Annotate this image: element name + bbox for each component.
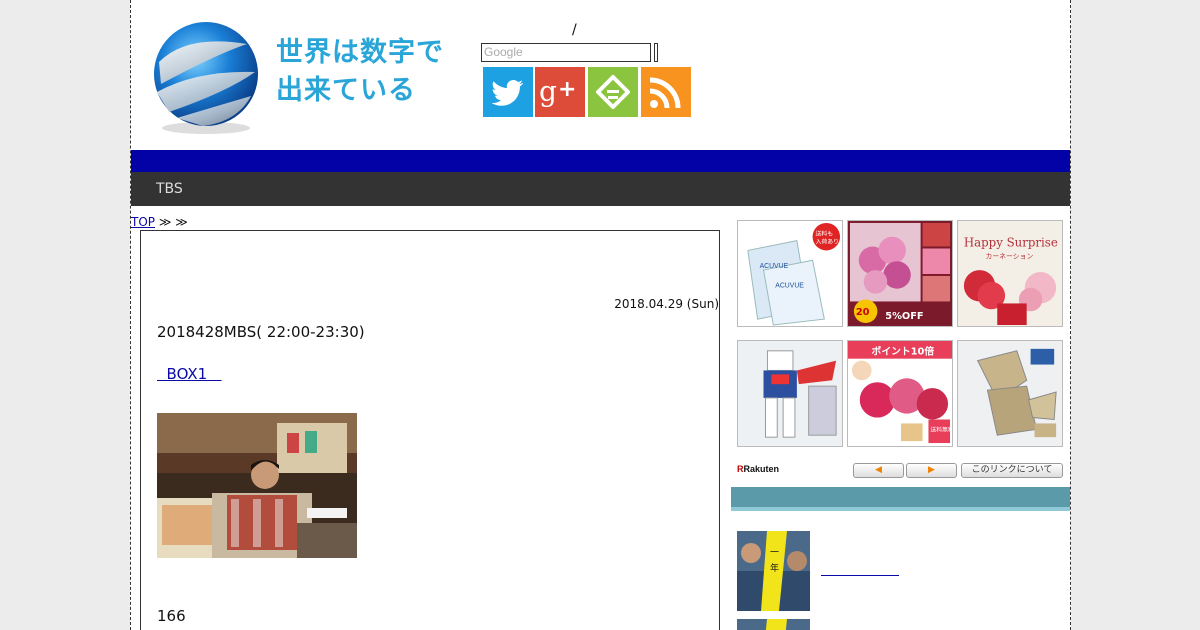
article-box: 2018.04.29 (Sun) 2018428MBS( 22:00-23:30…: [140, 230, 720, 630]
search-input[interactable]: Google: [481, 43, 651, 62]
nav-item-tbs[interactable]: TBS: [156, 181, 183, 197]
ad-next-button[interactable]: ▶: [906, 463, 957, 478]
site-title-line2: 出来ている: [276, 75, 416, 106]
sidebar-article-link[interactable]: [821, 562, 899, 576]
sidebar-section-header: [731, 487, 1070, 511]
arrow-left-icon: ◀: [875, 465, 882, 475]
sidebar-thumbnail[interactable]: 一 年: [737, 531, 810, 611]
article-count: 166: [157, 607, 186, 625]
ad-flowers-hydrangea[interactable]: 20 5%OFF: [847, 220, 953, 327]
article-photo[interactable]: [157, 413, 357, 558]
svg-text:ACUVUE: ACUVUE: [760, 263, 789, 270]
ad-acuvue[interactable]: ACUVUE ACUVUE 送料も 入荷あり: [737, 220, 843, 327]
arrow-right-icon: ▶: [928, 465, 935, 475]
ad-gundam-figure[interactable]: [737, 340, 843, 447]
ad-flowers-points[interactable]: ポイント10倍 送料無料: [847, 340, 953, 447]
article-date: 2018.04.29 (Sun): [614, 297, 719, 311]
svg-text:カーネーション: カーネーション: [985, 252, 1033, 260]
page-container: 世界は数字で 出来ている / Google g + TBS TOP ≫ ≫ 20…: [130, 0, 1071, 630]
global-nav: TBS: [131, 172, 1070, 206]
ad-prev-button[interactable]: ◀: [853, 463, 904, 478]
sidebar-thumbnail[interactable]: [737, 619, 810, 630]
svg-text:ACUVUE: ACUVUE: [775, 283, 804, 290]
rakuten-logo-text: Rakuten: [743, 464, 780, 474]
svg-text:+: +: [558, 77, 576, 102]
rss-icon[interactable]: [641, 67, 691, 117]
globe-logo-icon[interactable]: [147, 14, 265, 136]
breadcrumb: TOP ≫ ≫: [131, 215, 188, 229]
svg-text:5%OFF: 5%OFF: [885, 311, 923, 322]
header-slash: /: [572, 22, 577, 38]
site-title-line1: 世界は数字で: [276, 37, 444, 68]
svg-text:ポイント10倍: ポイント10倍: [872, 345, 935, 358]
ad-carnation[interactable]: Happy Surprise カーネーション: [957, 220, 1063, 327]
ad-valkyrie-figure[interactable]: [957, 340, 1063, 447]
svg-text:入荷あり: 入荷あり: [816, 238, 840, 246]
svg-text:年: 年: [770, 562, 779, 574]
svg-text:一: 一: [770, 548, 779, 558]
rakuten-logo[interactable]: RRakuten: [737, 464, 779, 474]
article-link-box1[interactable]: BOX1: [157, 365, 222, 383]
svg-text:20: 20: [856, 307, 870, 318]
svg-text:送料無料: 送料無料: [930, 425, 953, 433]
breadcrumb-separator: ≫: [175, 215, 188, 229]
svg-text:Happy Surprise: Happy Surprise: [964, 236, 1058, 250]
article-title: 2018428MBS( 22:00-23:30): [157, 323, 365, 341]
twitter-icon[interactable]: [483, 67, 533, 117]
breadcrumb-separator: ≫: [155, 215, 176, 229]
breadcrumb-top-link[interactable]: TOP: [131, 215, 155, 229]
google-plus-icon[interactable]: g +: [535, 67, 585, 117]
svg-text:送料も: 送料も: [816, 230, 834, 238]
ad-about-link-button[interactable]: このリンクについて: [961, 463, 1063, 478]
site-title[interactable]: 世界は数字で 出来ている: [276, 34, 466, 110]
feedly-icon[interactable]: [588, 67, 638, 117]
search-button[interactable]: [654, 43, 658, 62]
header-color-bar: [131, 150, 1070, 172]
svg-text:g: g: [539, 75, 557, 108]
